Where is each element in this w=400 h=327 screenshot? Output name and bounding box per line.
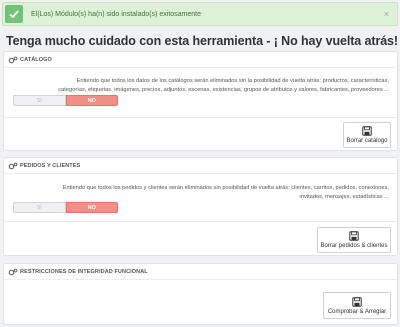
check-and-fix-button[interactable]: Comprobar & Arreglar [323, 292, 391, 319]
orders-customers-panel: PEDIDOS Y CLIENTES Entiendo que todos lo… [3, 157, 398, 256]
success-alert: El(Los) Módulo(s) ha(n) sido instalado(s… [2, 2, 398, 26]
cogs-icon [8, 56, 18, 63]
button-label: Borrar pedidos & clientes [320, 243, 388, 249]
save-icon [352, 296, 362, 307]
panel-header: CATÁLOGO [4, 52, 397, 68]
orders-confirm-toggle[interactable]: SÍ NO [13, 202, 118, 213]
panel-footer: Borrar pedidos & clientes [4, 221, 397, 256]
catalog-panel: CATÁLOGO Entiendo que todos los datos de… [3, 51, 398, 151]
panel-header: PEDIDOS Y CLIENTES [4, 158, 397, 174]
catalog-confirm-toggle[interactable]: SÍ NO [13, 95, 118, 106]
check-icon [5, 5, 23, 23]
toggle-yes[interactable]: SÍ [13, 202, 66, 213]
button-label: Borrar catálogo [346, 138, 388, 144]
panel-header: RESTRICCIONES DE INTEGRIDAD FUNCIONAL [4, 264, 397, 280]
catalog-description: Entiendo que todos los datos de los catá… [4, 77, 397, 95]
toggle-yes[interactable]: SÍ [13, 95, 66, 106]
panel-title: CATÁLOGO [20, 56, 52, 63]
toggle-no[interactable]: NO [65, 202, 118, 213]
description-line: Entiendo que todos los pedidos y cliente… [62, 185, 389, 191]
delete-catalog-button[interactable]: Borrar catálogo [343, 122, 391, 148]
save-icon [362, 126, 372, 136]
integrity-panel: RESTRICCIONES DE INTEGRIDAD FUNCIONAL Co… [3, 263, 398, 325]
description-line: Entiendo que todos los datos de los catá… [76, 78, 389, 84]
panel-title: RESTRICCIONES DE INTEGRIDAD FUNCIONAL [20, 268, 148, 275]
cogs-icon [8, 268, 18, 275]
description-line: categorías, etiquetas, imágenes, precios… [58, 87, 389, 93]
panel-footer: Borrar catálogo [4, 117, 397, 151]
alert-message: El(Los) Módulo(s) ha(n) sido instalado(s… [31, 10, 202, 18]
close-icon[interactable]: × [384, 9, 389, 19]
orders-description: Entiendo que todos los pedidos y cliente… [4, 184, 397, 202]
panel-footer: Comprobar & Arreglar [4, 281, 397, 325]
delete-orders-customers-button[interactable]: Borrar pedidos & clientes [317, 227, 391, 253]
page-title: Tenga mucho cuidado con esta herramienta… [6, 34, 398, 48]
description-line: invitados, mensajes, estadísticas ... [299, 194, 389, 200]
save-icon [349, 231, 359, 241]
button-label: Comprobar & Arreglar [327, 308, 387, 315]
toggle-no[interactable]: NO [65, 95, 118, 106]
cogs-icon [8, 162, 18, 169]
panel-title: PEDIDOS Y CLIENTES [20, 162, 81, 169]
